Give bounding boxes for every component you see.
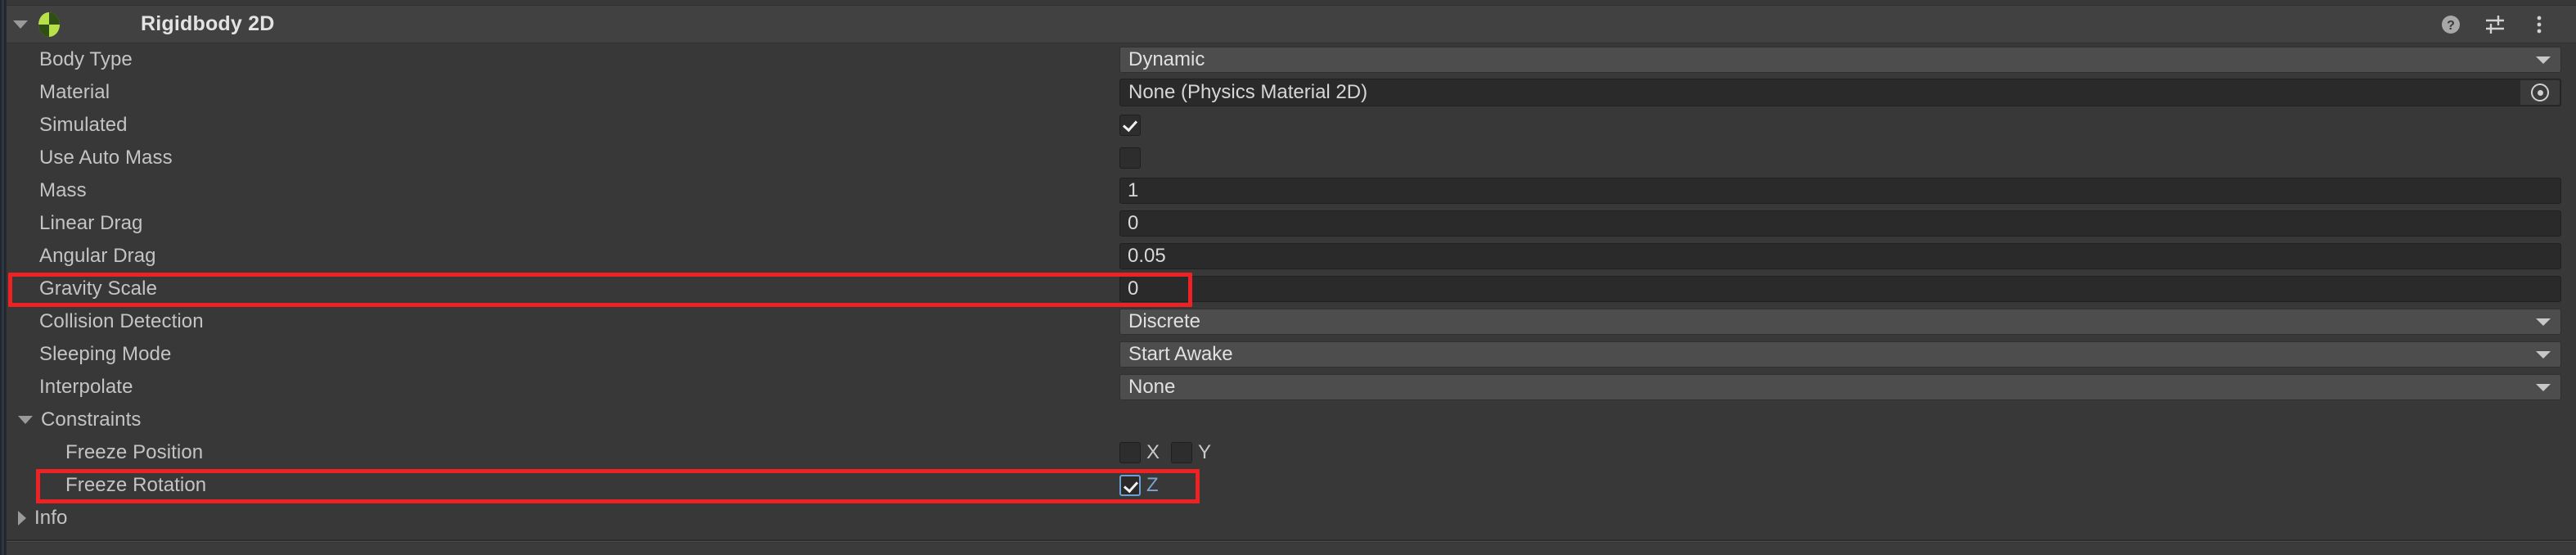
freeze-position-y-checkbox[interactable] [1171,442,1193,463]
interpolate-dropdown[interactable]: None [1119,374,2561,400]
angular-drag-value: 0.05 [1128,245,1166,267]
use-auto-mass-label: Use Auto Mass [39,147,173,169]
freeze-rotation-axes: Z [1119,474,1170,497]
object-picker-icon[interactable] [2520,80,2560,105]
body-type-value: Dynamic [1128,48,1205,70]
row-collision-detection: Collision Detection Discrete [7,305,2576,338]
chevron-down-icon [2536,56,2551,64]
material-field-area: None (Physics Material 2D) [1119,76,2576,109]
collision-detection-label: Collision Detection [39,310,204,332]
property-list: Body Type Dynamic Material None (Physics… [7,43,2576,555]
info-label: Info [34,507,68,529]
sleeping-mode-dropdown[interactable]: Start Awake [1119,341,2561,368]
row-constraints[interactable]: Constraints [7,404,2576,436]
bottom-strip [0,544,2576,555]
body-type-dropdown[interactable]: Dynamic [1119,47,2561,73]
linear-drag-field-area: 0 [1119,207,2576,240]
body-type-label: Body Type [39,48,133,70]
rigidbody2d-inspector-panel: Rigidbody 2D ? Body Type Dynamic Materia… [0,0,2576,555]
freeze-position-x-checkbox[interactable] [1119,442,1141,463]
mass-input[interactable]: 1 [1119,178,2561,204]
more-options-icon[interactable] [2517,5,2561,43]
collision-detection-field-area: Discrete [1119,305,2576,338]
chevron-down-icon [2536,318,2551,326]
row-use-auto-mass: Use Auto Mass [7,142,2576,174]
use-auto-mass-checkbox[interactable] [1119,147,1141,169]
row-sleeping-mode: Sleeping Mode Start Awake [7,338,2576,371]
gravity-scale-label: Gravity Scale [39,278,158,300]
linear-drag-value: 0 [1128,212,1139,234]
panel-left-accent-strip [2,0,4,555]
collision-detection-value: Discrete [1128,310,1201,332]
preset-settings-icon[interactable] [2473,5,2517,43]
chevron-down-icon [2536,351,2551,359]
svg-text:?: ? [2447,19,2455,33]
freeze-position-axes: X Y [1119,441,1223,464]
row-freeze-rotation: Freeze Rotation Z [7,469,2576,502]
gravity-scale-value: 0 [1128,278,1139,300]
freeze-rotation-z-checkbox[interactable] [1119,475,1141,496]
angular-drag-field-area: 0.05 [1119,240,2576,273]
row-mass: Mass 1 [7,174,2576,207]
row-material: Material None (Physics Material 2D) [7,76,2576,109]
chevron-down-icon [2536,384,2551,391]
mass-value: 1 [1128,179,1139,201]
simulated-label: Simulated [39,114,128,136]
linear-drag-label: Linear Drag [39,212,143,234]
row-info[interactable]: Info [7,502,2576,535]
angular-drag-label: Angular Drag [39,245,156,267]
row-gravity-scale: Gravity Scale 0 [7,273,2576,305]
sleeping-mode-label: Sleeping Mode [39,343,172,365]
freeze-rotation-field-area: Z [1119,469,2576,502]
gravity-scale-input[interactable]: 0 [1119,276,2561,302]
interpolate-value: None [1128,376,1176,398]
mass-field-area: 1 [1119,174,2576,207]
sleeping-mode-field-area: Start Awake [1119,338,2576,371]
component-foldout-toggle[interactable] [7,6,34,43]
material-label: Material [39,81,110,103]
use-auto-mass-field-area [1119,142,2576,174]
picker-ring [2531,83,2549,102]
page-title: Rigidbody 2D [141,12,275,35]
row-freeze-position: Freeze Position X Y [7,436,2576,469]
linear-drag-input[interactable]: 0 [1119,210,2561,237]
mass-label: Mass [39,179,87,201]
simulated-checkbox[interactable] [1119,115,1141,136]
body-type-field-area: Dynamic [1119,43,2576,76]
interpolate-label: Interpolate [39,376,133,398]
row-linear-drag: Linear Drag 0 [7,207,2576,240]
row-interpolate: Interpolate None [7,371,2576,404]
material-value: None (Physics Material 2D) [1128,81,1368,103]
row-simulated: Simulated [7,109,2576,142]
sleeping-mode-value: Start Awake [1128,343,1233,365]
row-angular-drag: Angular Drag 0.05 [7,240,2576,273]
triangle-down-icon [18,416,33,424]
row-body-type: Body Type Dynamic [7,43,2576,76]
freeze-position-label: Freeze Position [65,441,204,463]
component-header[interactable]: Rigidbody 2D ? [7,5,2576,43]
help-icon[interactable]: ? [2429,5,2473,43]
freeze-rotation-label: Freeze Rotation [65,474,207,496]
triangle-down-icon [13,20,28,29]
freeze-position-y-label: Y [1198,441,1212,463]
freeze-rotation-z-label: Z [1146,474,1159,496]
angular-drag-input[interactable]: 0.05 [1119,243,2561,269]
simulated-field-area [1119,109,2576,142]
bottom-separator [7,539,2576,542]
constraints-label: Constraints [41,408,142,431]
constraints-foldout[interactable]: Constraints [7,408,1119,431]
panel-left-edge-rail [0,0,7,555]
collision-detection-dropdown[interactable]: Discrete [1119,309,2561,335]
gravity-scale-field-area: 0 [1119,273,2576,305]
triangle-right-icon [18,511,26,526]
material-object-field[interactable]: None (Physics Material 2D) [1119,79,2561,106]
rigidbody2d-icon [34,10,64,39]
interpolate-field-area: None [1119,371,2576,404]
freeze-position-field-area: X Y [1119,436,2576,469]
freeze-position-x-label: X [1146,441,1160,463]
info-foldout[interactable]: Info [7,507,1119,530]
picker-dot [2537,89,2543,96]
